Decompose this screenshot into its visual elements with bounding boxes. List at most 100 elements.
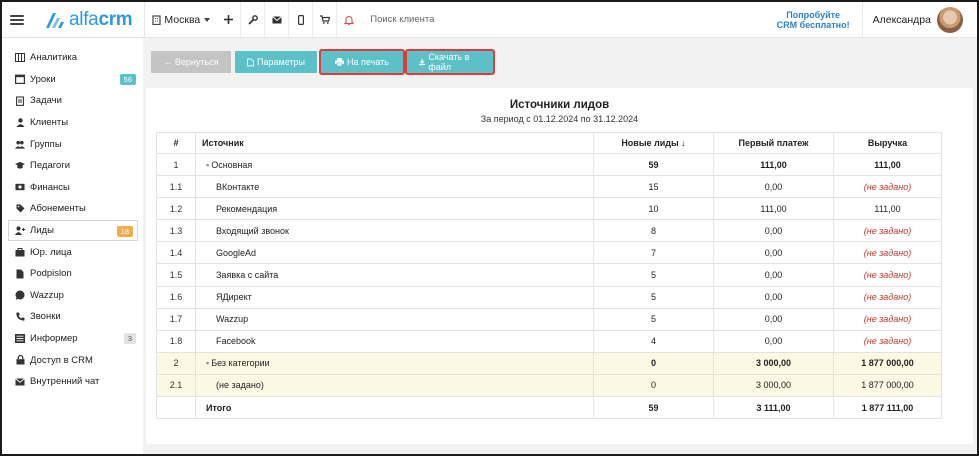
table-row[interactable]: 1.5 Заявка с сайта 5 0,00 (не задано) (156, 263, 942, 287)
cell-total-first-payment: 3 111,00 (713, 396, 834, 420)
sidebar-item-label: Доступ в CRM (30, 354, 93, 366)
sidebar-item-label: Группы (30, 138, 62, 150)
cell-first-payment: 3 000,00 (713, 351, 834, 375)
sidebar-item-document[interactable]: Podpislon (2, 263, 140, 285)
sidebar-item-label: Лиды (30, 225, 54, 237)
count-badge: 18 (116, 225, 133, 237)
cell-number (156, 396, 196, 420)
cell-new-leads: 7 (593, 241, 714, 265)
wrench-icon[interactable] (240, 2, 264, 38)
group-icon (15, 139, 25, 149)
table-total-row: Итого 59 3 111,00 1 877 111,00 (156, 396, 942, 420)
sidebar-item-group[interactable]: Группы (2, 133, 140, 155)
table-row[interactable]: 2 ▪ Без категории 0 3 000,00 1 877 000,00 (156, 351, 942, 375)
cell-first-payment: 111,00 (713, 152, 834, 177)
cell-revenue: 1 877 000,00 (833, 351, 942, 375)
column-header-new-leads[interactable]: Новые лиды ↓ (593, 132, 714, 154)
cell-total-leads: 59 (593, 396, 714, 420)
report-panel: Источники лидов За период с 01.12.2024 п… (146, 88, 973, 444)
table-row[interactable]: 1.4 GoogleAd 7 0,00 (не задано) (156, 241, 942, 265)
branch-label: Москва (164, 13, 201, 26)
table-row[interactable]: 1.6 ЯДирект 5 0,00 (не задано) (156, 285, 942, 309)
table-row[interactable]: 1.7 Wazzup 5 0,00 (не задано) (156, 307, 942, 331)
phone-icon (15, 312, 25, 322)
logo-text: alfacrm (69, 8, 133, 30)
parameters-button[interactable]: Параметры (235, 51, 317, 73)
table-header-row: # Источник Новые лиды ↓ Первый платеж Вы… (156, 132, 942, 154)
sidebar-item-chat[interactable]: Wazzup (2, 285, 140, 307)
printer-icon (335, 58, 345, 66)
sidebar-item-label: Внутренний чат (30, 376, 100, 388)
back-button[interactable]: ← Вернуться (151, 51, 231, 73)
logo[interactable]: alfacrm (44, 2, 133, 38)
cell-number: 1.4 (156, 241, 196, 265)
expand-bullet-icon[interactable]: ▪ (206, 160, 209, 170)
mobile-icon[interactable] (288, 2, 312, 38)
bell-icon[interactable] (336, 2, 360, 38)
cell-first-payment: 0,00 (713, 307, 834, 331)
table-row[interactable]: 1 ▪ Основная 59 111,00 111,00 (156, 152, 942, 177)
table-row[interactable]: 2.1 (не задано) 0 3 000,00 1 877 000,00 (156, 373, 942, 398)
sidebar-item-tag[interactable]: Абонементы (2, 198, 140, 220)
cell-number: 1.6 (156, 285, 196, 309)
sidebar-item-envelope[interactable]: Внутренний чат (2, 371, 140, 393)
sidebar-item-calendar[interactable]: Уроки 56 (2, 69, 140, 91)
cell-first-payment: 0,00 (713, 175, 834, 199)
cell-source: GoogleAd (195, 241, 594, 265)
cell-source: Заявка с сайта (195, 263, 594, 287)
sidebar-item-tasks[interactable]: Задачи (2, 90, 140, 112)
cell-revenue: (не задано) (833, 241, 942, 265)
tag-icon (15, 204, 25, 214)
sidebar-item-phone[interactable]: Звонки (2, 306, 140, 328)
client-search-input[interactable]: Поиск клиента (370, 14, 434, 25)
menu-icon[interactable] (10, 14, 24, 25)
add-icon[interactable] (216, 2, 240, 38)
sidebar-item-lead[interactable]: Лиды 18 (8, 219, 138, 242)
cell-revenue: 111,00 (833, 197, 942, 221)
cell-number: 1.8 (156, 329, 196, 353)
money-icon (15, 182, 25, 192)
report-period: За период с 01.12.2024 по 31.12.2024 (480, 114, 639, 124)
lead-icon (15, 226, 25, 236)
column-header-first-payment[interactable]: Первый платеж (713, 132, 834, 154)
cell-revenue: 111,00 (833, 152, 942, 177)
table-row[interactable]: 1.2 Рекомендация 10 111,00 111,00 (156, 197, 942, 221)
cell-first-payment: 0,00 (713, 241, 834, 265)
leads-sources-table: # Источник Новые лиды ↓ Первый платеж Вы… (156, 132, 942, 420)
table-row[interactable]: 1.1 ВКонтакте 15 0,00 (не задано) (156, 175, 942, 199)
cart-icon[interactable] (312, 2, 336, 38)
report-title: Источники лидов (509, 99, 610, 111)
table-row[interactable]: 1.8 Facebook 4 0,00 (не задано) (156, 329, 942, 353)
calendar-icon (15, 74, 25, 85)
cell-source: ▪ Основная (195, 152, 594, 177)
envelope-icon[interactable] (264, 2, 288, 38)
cell-first-payment: 3 000,00 (713, 373, 834, 398)
download-button[interactable]: Скачать в файл (405, 49, 495, 75)
cell-new-leads: 8 (593, 219, 714, 243)
print-button[interactable]: На печать (319, 49, 405, 75)
app-window: alfacrm Москва Поиск клиента Попробуйте … (0, 0, 979, 456)
column-header-revenue[interactable]: Выручка (833, 132, 942, 154)
sidebar-item-money[interactable]: Финансы (2, 177, 140, 199)
graduation-icon (15, 161, 25, 171)
try-crm-link[interactable]: Попробуйте CRM бесплатно! (777, 10, 850, 30)
branch-selector[interactable]: Москва (152, 13, 211, 26)
sidebar-item-label: Финансы (30, 181, 70, 193)
expand-bullet-icon[interactable]: ▪ (206, 358, 209, 368)
table-row[interactable]: 1.3 Входящий звонок 8 0,00 (не задано) (156, 219, 942, 243)
user-name[interactable]: Александра (873, 14, 931, 26)
sidebar-item-user[interactable]: Клиенты (2, 112, 140, 134)
sidebar-item-label: Звонки (30, 311, 61, 323)
cell-number: 2 (156, 351, 196, 375)
cell-new-leads: 5 (593, 307, 714, 331)
sidebar-item-label: Клиенты (30, 117, 69, 129)
sidebar-item-lock[interactable]: Доступ в CRM (2, 349, 140, 371)
sidebar-item-list[interactable]: Информер 3 (2, 328, 140, 350)
document-icon (247, 58, 254, 66)
sidebar-item-graduation[interactable]: Педагоги (2, 155, 140, 177)
count-badge: 56 (119, 73, 136, 85)
main-content: ← Вернуться Параметры На печать Скачать … (143, 38, 977, 454)
avatar[interactable] (937, 7, 963, 33)
sidebar-item-briefcase[interactable]: Юр. лица (2, 241, 140, 263)
sidebar-item-analytics[interactable]: Аналитика (2, 47, 140, 69)
